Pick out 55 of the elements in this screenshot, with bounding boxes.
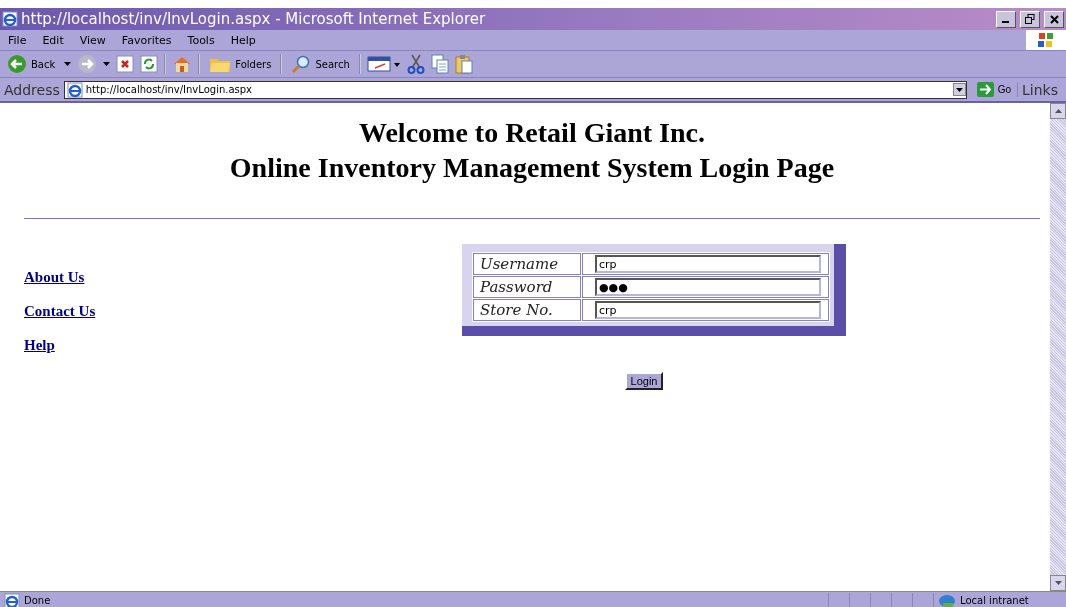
menu-item[interactable]: Help xyxy=(222,33,264,47)
restore-button[interactable] xyxy=(1020,10,1040,28)
caret-icon xyxy=(955,87,963,92)
address-label: Address xyxy=(4,81,60,98)
dropdown-arrow-icon[interactable] xyxy=(103,62,111,66)
input-field[interactable]: crp xyxy=(595,255,821,273)
refresh-icon[interactable] xyxy=(140,55,159,73)
scroll-up-button[interactable] xyxy=(1050,103,1066,119)
search-button[interactable]: Search xyxy=(288,55,353,73)
close-icon xyxy=(1049,14,1059,24)
folders-button[interactable]: Folders xyxy=(206,55,275,73)
restore-icon xyxy=(1025,14,1035,24)
scissors-icon[interactable] xyxy=(406,54,425,74)
page-icon xyxy=(4,592,20,607)
dropdown-arrow-icon[interactable] xyxy=(64,62,72,66)
edit-page-icon[interactable] xyxy=(366,55,401,73)
paste-icon[interactable] xyxy=(454,54,473,74)
menu-item[interactable]: Tools xyxy=(179,33,223,47)
back-button[interactable]: Back xyxy=(4,54,59,74)
nav-link[interactable]: Help xyxy=(24,337,55,354)
down-arrow-icon xyxy=(1054,581,1062,585)
nav-link[interactable]: Contact Us xyxy=(24,303,96,320)
status-text: Done xyxy=(24,595,51,606)
go-arrow-icon xyxy=(976,82,994,97)
menu-item[interactable]: View xyxy=(71,33,114,47)
address-field[interactable]: http://localhost/inv/InvLogin.aspx xyxy=(63,80,967,99)
scrollbar[interactable] xyxy=(1050,103,1066,591)
page-icon xyxy=(66,81,83,98)
network-icon xyxy=(938,593,956,607)
menu-item[interactable]: Edit xyxy=(34,33,72,47)
page-heading: Online Inventory Management System Login Page xyxy=(228,151,836,185)
field-label: Password xyxy=(473,276,581,298)
window-title: http://localhost/inv/InvLogin.aspx - Microsoft Internet Explorer xyxy=(21,10,487,28)
login-button[interactable]: Login xyxy=(624,372,664,390)
field-label: Store No. xyxy=(473,299,581,321)
menu-item[interactable]: File xyxy=(0,33,35,47)
input-field[interactable]: ●●● xyxy=(595,278,821,296)
stop-icon[interactable] xyxy=(116,55,135,73)
zone-text: Local intranet xyxy=(960,595,1029,606)
links-button[interactable]: Links xyxy=(1022,81,1062,98)
up-arrow-icon xyxy=(1054,109,1062,113)
scroll-down-button[interactable] xyxy=(1050,575,1066,591)
dropdown-button[interactable] xyxy=(952,83,966,96)
minimize-button[interactable] xyxy=(996,10,1016,28)
page-heading: Welcome to Retail Giant Inc. xyxy=(357,116,707,150)
copy-icon[interactable] xyxy=(430,54,449,74)
go-button[interactable]: Go xyxy=(970,82,1018,97)
close-button[interactable] xyxy=(1044,10,1064,28)
menu-item[interactable]: Favorites xyxy=(113,33,180,47)
field-label: Username xyxy=(473,253,581,275)
nav-link[interactable]: About Us xyxy=(24,269,85,286)
search-icon[interactable] xyxy=(291,55,312,73)
windows-flag-icon xyxy=(1026,30,1066,50)
input-field[interactable]: crp xyxy=(595,301,821,319)
browser-icon xyxy=(2,11,18,27)
